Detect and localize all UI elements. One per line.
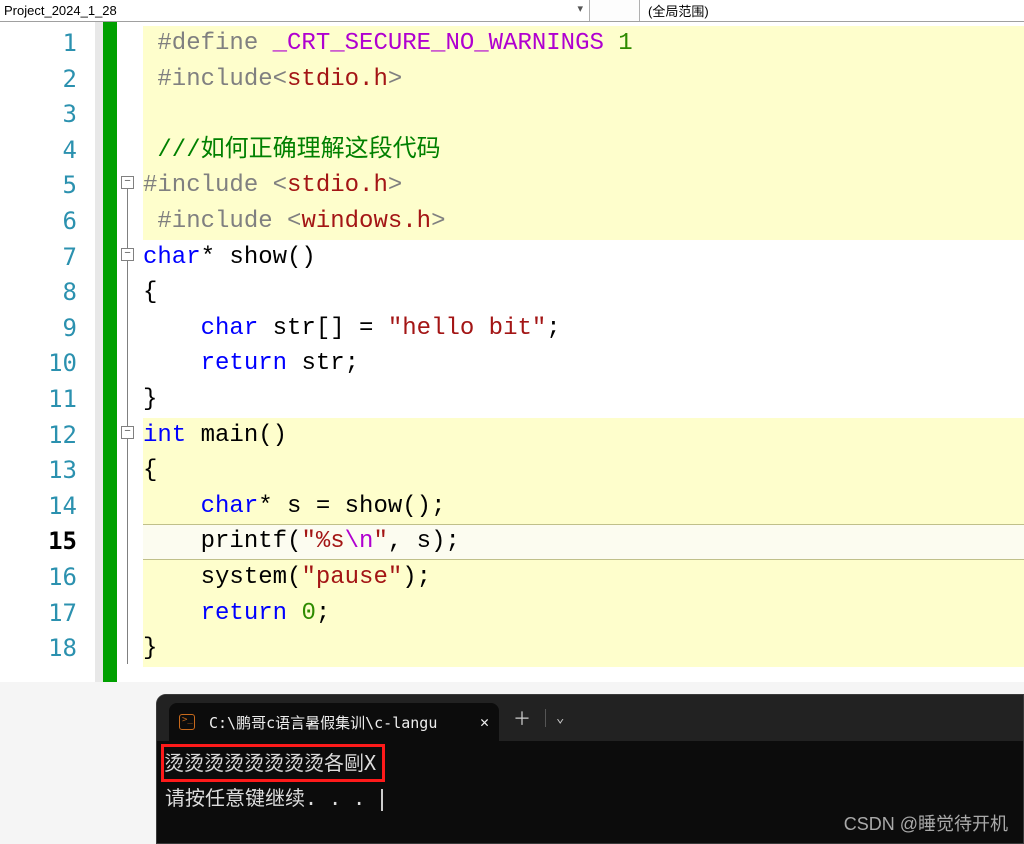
code-line: return 0; <box>143 596 1024 632</box>
code-line: } <box>143 382 1024 418</box>
line-number: 13 <box>0 453 95 489</box>
toolbar: Project_2024_1_28 (全局范围) <box>0 0 1024 22</box>
code-line: int main() <box>143 418 1024 454</box>
line-number: 8 <box>0 275 95 311</box>
code-area[interactable]: #define _CRT_SECURE_NO_WARNINGS 1 #inclu… <box>143 22 1024 682</box>
line-number: 4 <box>0 133 95 169</box>
highlighted-output: 烫烫烫烫烫烫烫烫各剾X <box>161 744 385 782</box>
code-line: char* show() <box>143 240 1024 276</box>
line-number-current: 15 <box>0 524 95 560</box>
terminal-window: C:\鹏哥c语言暑假集训\c-langu ✕ ＋ ⌄ 烫烫烫烫烫烫烫烫各剾X 请… <box>156 694 1024 844</box>
change-marker-strip <box>103 22 117 682</box>
scope-label: (全局范围) <box>648 1 709 20</box>
line-number: 11 <box>0 382 95 418</box>
scope-dropdown[interactable]: (全局范围) <box>640 0 1024 21</box>
line-number: 12 <box>0 418 95 454</box>
code-line: } <box>143 631 1024 667</box>
new-tab-button[interactable]: ＋ <box>499 705 545 731</box>
line-number: 14 <box>0 489 95 525</box>
code-line: { <box>143 275 1024 311</box>
code-line: #define _CRT_SECURE_NO_WARNINGS 1 <box>143 26 1024 62</box>
cmd-icon <box>179 714 195 730</box>
line-number-gutter: 1 2 3 4 5 6 7 8 9 10 11 12 13 14 15 16 1… <box>0 22 95 682</box>
line-number: 6 <box>0 204 95 240</box>
fold-guide <box>127 189 128 249</box>
line-number: 9 <box>0 311 95 347</box>
terminal-line: 请按任意键继续. . . <box>165 786 377 810</box>
code-line: { <box>143 453 1024 489</box>
fold-toggle-icon[interactable]: − <box>121 248 134 261</box>
close-icon[interactable]: ✕ <box>480 713 489 731</box>
code-line: ///如何正确理解这段代码 <box>143 133 1024 169</box>
toolbar-separator <box>590 0 640 21</box>
fold-toggle-icon[interactable]: − <box>121 176 134 189</box>
terminal-output[interactable]: 烫烫烫烫烫烫烫烫各剾X 请按任意键继续. . . <box>157 741 1023 820</box>
code-line: char* s = show(); <box>143 489 1024 525</box>
code-line-current: printf("%s\n", s); <box>143 524 1024 560</box>
line-number: 1 <box>0 26 95 62</box>
line-number: 10 <box>0 346 95 382</box>
code-line: return str; <box>143 346 1024 382</box>
project-dropdown[interactable]: Project_2024_1_28 <box>0 0 590 21</box>
line-number: 5 <box>0 168 95 204</box>
line-number: 18 <box>0 631 95 667</box>
line-number: 7 <box>0 240 95 276</box>
code-line: #include<stdio.h> <box>143 62 1024 98</box>
code-editor[interactable]: 1 2 3 4 5 6 7 8 9 10 11 12 13 14 15 16 1… <box>0 22 1024 682</box>
project-name: Project_2024_1_28 <box>4 3 117 18</box>
terminal-tab[interactable]: C:\鹏哥c语言暑假集训\c-langu ✕ <box>169 703 499 741</box>
fold-guide <box>127 261 128 426</box>
terminal-tabbar: C:\鹏哥c语言暑假集训\c-langu ✕ ＋ ⌄ <box>157 695 1023 741</box>
fold-guide <box>127 439 128 664</box>
fold-strip: − − − <box>117 22 143 682</box>
code-line: #include <stdio.h> <box>143 168 1024 204</box>
code-line <box>143 97 1024 133</box>
cursor-icon <box>381 789 383 811</box>
terminal-tab-title: C:\鹏哥c语言暑假集训\c-langu <box>209 712 466 733</box>
code-line: char str[] = "hello bit"; <box>143 311 1024 347</box>
terminal-line: 烫烫烫烫烫烫烫烫各剾X <box>164 751 376 775</box>
code-line: system("pause"); <box>143 560 1024 596</box>
line-number: 3 <box>0 97 95 133</box>
gutter-separator <box>95 22 103 682</box>
fold-toggle-icon[interactable]: − <box>121 426 134 439</box>
line-number: 17 <box>0 596 95 632</box>
line-number: 2 <box>0 62 95 98</box>
line-number: 16 <box>0 560 95 596</box>
tab-dropdown-button[interactable]: ⌄ <box>546 710 574 726</box>
code-line: #include <windows.h> <box>143 204 1024 240</box>
